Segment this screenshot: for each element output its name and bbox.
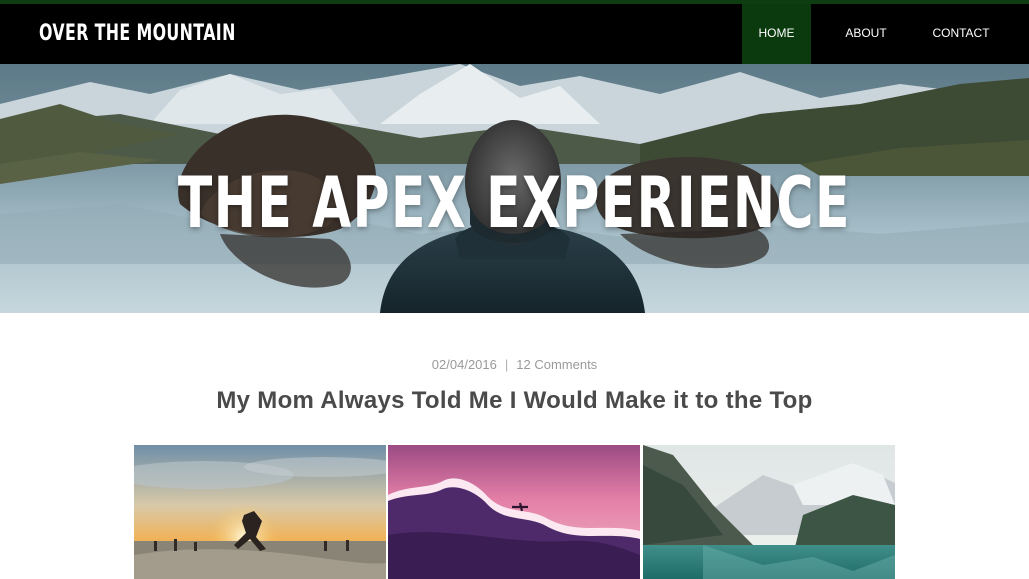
post-date: 02/04/2016 — [431, 357, 497, 372]
gallery-image-skatepark-sunset[interactable] — [134, 445, 386, 579]
post-comments-link[interactable]: 12 Comments — [516, 357, 597, 372]
gallery-image-airplane-clouds[interactable] — [388, 445, 640, 579]
gallery-image-mountain-lake[interactable] — [643, 445, 895, 579]
post-title[interactable]: My Mom Always Told Me I Would Make it to… — [0, 387, 1029, 415]
navbar: OVER THE MOUNTAIN HOME ABOUT CONTACT — [0, 4, 1029, 64]
nav-about[interactable]: ABOUT — [830, 4, 902, 64]
post-meta: 02/04/2016 | 12 Comments — [0, 357, 1029, 372]
hero-banner: THE APEX EXPERIENCE — [0, 64, 1029, 313]
nav-home[interactable]: HOME — [742, 4, 811, 64]
meta-separator: | — [504, 357, 509, 372]
site-title[interactable]: OVER THE MOUNTAIN — [39, 21, 236, 46]
post-gallery — [134, 445, 895, 579]
nav-contact[interactable]: CONTACT — [920, 4, 1002, 64]
hero-title: THE APEX EXPERIENCE — [177, 162, 851, 244]
